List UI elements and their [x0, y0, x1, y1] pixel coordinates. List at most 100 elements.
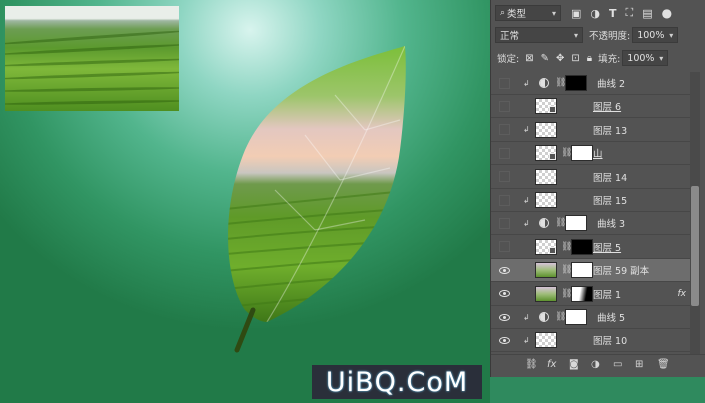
layer-visibility-toggle[interactable] [497, 263, 511, 277]
layer-row[interactable]: ⛓ 图层 5 [491, 236, 690, 259]
layer-visibility-toggle[interactable] [499, 124, 510, 136]
reference-photo-thumbnail [5, 6, 179, 111]
layer-mask-thumbnail[interactable] [565, 75, 587, 91]
lock-transparent-pixels-icon[interactable]: ⊠ [525, 53, 533, 64]
type-layer-filter-icon[interactable]: T [609, 7, 617, 20]
layer-name[interactable]: 图层 10 [593, 333, 627, 347]
layer-mask-thumbnail[interactable] [571, 262, 593, 279]
layer-visibility-toggle[interactable] [497, 287, 511, 301]
layer-name[interactable]: 山 [593, 146, 603, 160]
layer-name[interactable]: 图层 14 [593, 170, 627, 184]
adjustment-layer-filter-icon[interactable]: ◑ [590, 7, 600, 20]
filter-toggle-icon[interactable]: ● [662, 6, 672, 20]
layer-mask-thumbnail[interactable] [571, 145, 593, 162]
blend-mode-select[interactable]: 正常 ▾ [495, 27, 583, 43]
layer-name[interactable]: 图层 59 副本 [593, 263, 649, 277]
layer-name[interactable]: 曲线 2 [597, 76, 625, 90]
layer-row[interactable]: ↲ 图层 10 [491, 329, 690, 353]
layers-panel: ⌕ 类型 ▾ ▣ ◑ T ⛶ ▤ ● 正常 ▾ 不透明度: 100% ▾ 锁定:… [490, 0, 705, 377]
document-canvas[interactable]: UiBQ.CoM [0, 0, 490, 403]
layer-name[interactable]: 图层 6 [593, 99, 621, 113]
layer-name[interactable]: 图层 13 [593, 123, 627, 137]
lock-position-icon[interactable]: ✥ [556, 53, 564, 64]
layer-visibility-toggle[interactable] [499, 147, 510, 159]
new-layer-icon[interactable]: ⊞ [635, 359, 643, 370]
layer-row[interactable]: ↲ ⛓ 曲线 5 [491, 306, 690, 329]
layer-mask-thumbnail[interactable] [571, 238, 593, 255]
layer-visibility-toggle[interactable] [499, 77, 510, 89]
search-icon: ⌕ [500, 8, 506, 18]
layer-row[interactable]: ↲ 图层 15 [491, 189, 690, 212]
chevron-down-icon: ▾ [669, 30, 674, 40]
layer-thumbnail [535, 98, 557, 115]
layer-row[interactable]: ↲ 图层 13 [491, 119, 690, 142]
layer-filter-row: ⌕ 类型 ▾ ▣ ◑ T ⛶ ▤ ● [495, 5, 705, 21]
layer-visibility-toggle[interactable] [497, 310, 511, 324]
layer-thumbnail [535, 238, 557, 255]
layer-visibility-toggle[interactable] [499, 217, 510, 229]
opacity-label: 不透明度: [589, 31, 631, 42]
blend-row: 正常 ▾ 不透明度: 100% ▾ [495, 27, 705, 43]
eye-icon [498, 266, 510, 274]
lock-label: 锁定: [497, 54, 520, 65]
blend-mode-value: 正常 [500, 31, 520, 42]
clipping-mask-icon: ↲ [523, 78, 530, 88]
clipping-mask-icon: ↲ [523, 312, 530, 322]
add-mask-icon[interactable]: ◙ [569, 359, 579, 370]
chevron-down-icon: ▾ [659, 53, 664, 63]
layer-name[interactable]: 曲线 5 [597, 310, 625, 324]
delete-layer-icon[interactable]: 🗑︎ [657, 359, 670, 370]
new-group-icon[interactable]: ▭ [613, 359, 622, 370]
layer-name[interactable]: 图层 15 [593, 193, 627, 207]
lock-image-pixels-icon[interactable]: ✎ [541, 53, 549, 64]
layer-row[interactable]: ↲ ⛓ 曲线 2 [491, 72, 690, 95]
smart-object-badge-icon [549, 106, 556, 114]
opacity-input[interactable]: 100% ▾ [632, 27, 679, 43]
layer-row[interactable]: 图层 14 [491, 166, 690, 189]
smart-object-badge-icon [549, 246, 556, 254]
leaf-artwork [228, 46, 406, 353]
new-adjustment-layer-icon[interactable]: ◑ [591, 359, 600, 370]
layer-mask-thumbnail[interactable] [565, 309, 587, 325]
add-layer-style-icon[interactable]: fx [547, 359, 556, 370]
layer-row[interactable]: 图层 6 [491, 95, 690, 119]
layer-kind-filter[interactable]: ⌕ 类型 ▾ [495, 5, 561, 21]
shape-layer-filter-icon[interactable]: ⛶ [626, 6, 634, 20]
layer-visibility-toggle[interactable] [499, 194, 510, 206]
layer-list-scroll-thumb[interactable] [691, 186, 699, 306]
fill-input[interactable]: 100% ▾ [622, 50, 669, 66]
site-watermark: UiBQ.CoM [312, 365, 482, 399]
pixel-layer-filter-icon[interactable]: ▣ [571, 7, 581, 20]
lock-row: 锁定: ⊠ ✎ ✥ ⊡ 🔒︎ 填充: 100% ▾ [497, 50, 705, 66]
link-layers-icon[interactable]: ⛓ [525, 359, 538, 370]
layer-name[interactable]: 曲线 3 [597, 216, 625, 230]
smart-object-filter-icon[interactable]: ▤ [642, 7, 652, 20]
layers-bottom-toolbar: ⛓ fx ◙ ◑ ▭ ⊞ 🗑︎ [491, 354, 705, 377]
layer-visibility-toggle[interactable] [499, 241, 510, 253]
layer-name[interactable]: 图层 1 [593, 287, 621, 301]
adjustment-layer-icon [539, 312, 549, 322]
layer-list[interactable]: ↲ ⛓ 曲线 2 图层 6 ↲ 图层 13 ⛓ 山图层 14 ↲ 图层 15 ↲ ⛓ 曲线 3 ⛓ 图层 5… [491, 72, 690, 354]
layer-thumbnail [535, 168, 557, 185]
layer-kind-filter-value: 类型 [507, 9, 527, 20]
adjustment-layer-icon [539, 78, 549, 88]
layer-row[interactable]: ⛓ 图层 59 副本 [491, 259, 690, 283]
chevron-down-icon: ▾ [573, 30, 578, 40]
layer-mask-thumbnail[interactable] [571, 285, 593, 302]
layer-row[interactable]: ↲ ⛓ 曲线 3 [491, 212, 690, 236]
lock-icon[interactable]: 🔒︎ [587, 53, 592, 64]
layer-visibility-toggle[interactable] [497, 333, 511, 347]
artboard-lock-icon[interactable]: ⊡ [571, 53, 579, 64]
layer-visibility-toggle[interactable] [499, 171, 510, 183]
layer-effects-badge[interactable]: fx [678, 289, 687, 299]
layer-mask-thumbnail[interactable] [565, 215, 587, 232]
chevron-down-icon: ▾ [551, 8, 556, 18]
clipping-mask-icon: ↲ [523, 125, 530, 135]
layer-visibility-toggle[interactable] [499, 100, 510, 112]
fill-value: 100% [627, 52, 655, 64]
layer-thumbnail [535, 285, 557, 302]
layer-row[interactable]: ⛓ 图层 1 fx [491, 283, 690, 306]
layer-row[interactable]: ⛓ 山 [491, 142, 690, 166]
clipping-mask-icon: ↲ [523, 195, 530, 205]
layer-name[interactable]: 图层 5 [593, 240, 621, 254]
